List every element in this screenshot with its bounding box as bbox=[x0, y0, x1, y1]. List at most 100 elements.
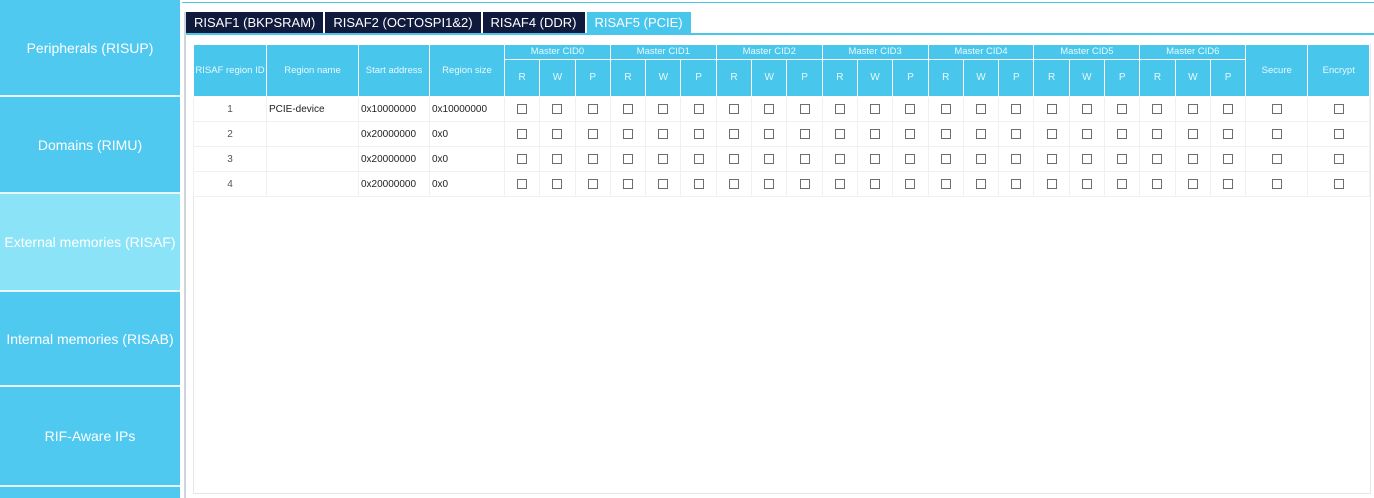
checkbox[interactable] bbox=[517, 178, 528, 189]
checkbox[interactable] bbox=[728, 103, 739, 114]
checkbox[interactable] bbox=[1187, 103, 1198, 114]
checkbox[interactable] bbox=[905, 103, 916, 114]
tab-risaf2[interactable]: RISAF2 (OCTOSPI1&2) bbox=[325, 12, 481, 34]
encrypt-checkbox[interactable] bbox=[1333, 153, 1344, 164]
checkbox[interactable] bbox=[517, 103, 528, 114]
checkbox[interactable] bbox=[870, 153, 881, 164]
checkbox[interactable] bbox=[693, 153, 704, 164]
cell-region-size[interactable]: 0x10000000 bbox=[429, 96, 505, 122]
cell-region-name[interactable] bbox=[266, 171, 359, 197]
checkbox[interactable] bbox=[1011, 153, 1022, 164]
tab-risaf1[interactable]: RISAF1 (BKPSRAM) bbox=[186, 12, 324, 34]
checkbox[interactable] bbox=[1117, 128, 1128, 139]
checkbox[interactable] bbox=[728, 153, 739, 164]
checkbox[interactable] bbox=[940, 128, 951, 139]
secure-checkbox[interactable] bbox=[1271, 178, 1282, 189]
cell-region-size[interactable]: 0x0 bbox=[429, 121, 505, 147]
checkbox[interactable] bbox=[1187, 128, 1198, 139]
checkbox[interactable] bbox=[587, 128, 598, 139]
checkbox[interactable] bbox=[587, 178, 598, 189]
checkbox[interactable] bbox=[1081, 103, 1092, 114]
checkbox[interactable] bbox=[728, 178, 739, 189]
checkbox[interactable] bbox=[1046, 153, 1057, 164]
cell-start-address[interactable]: 0x20000000 bbox=[358, 121, 430, 147]
checkbox[interactable] bbox=[940, 103, 951, 114]
checkbox[interactable] bbox=[658, 128, 669, 139]
checkbox[interactable] bbox=[1152, 153, 1163, 164]
sidebar-item-domains[interactable]: Domains (RIMU) bbox=[0, 97, 180, 192]
checkbox[interactable] bbox=[1117, 103, 1128, 114]
checkbox[interactable] bbox=[552, 103, 563, 114]
checkbox[interactable] bbox=[1117, 178, 1128, 189]
tab-risaf4[interactable]: RISAF4 (DDR) bbox=[482, 12, 585, 34]
checkbox[interactable] bbox=[976, 153, 986, 164]
checkbox[interactable] bbox=[976, 178, 986, 189]
checkbox[interactable] bbox=[799, 178, 810, 189]
checkbox[interactable] bbox=[870, 103, 881, 114]
checkbox[interactable] bbox=[1152, 103, 1163, 114]
checkbox[interactable] bbox=[799, 103, 810, 114]
checkbox[interactable] bbox=[1011, 128, 1022, 139]
cell-region-size[interactable]: 0x0 bbox=[429, 171, 505, 197]
encrypt-checkbox[interactable] bbox=[1333, 103, 1344, 114]
checkbox[interactable] bbox=[1187, 153, 1198, 164]
checkbox[interactable] bbox=[1011, 103, 1022, 114]
secure-checkbox[interactable] bbox=[1271, 153, 1282, 164]
checkbox[interactable] bbox=[1081, 128, 1092, 139]
checkbox[interactable] bbox=[623, 103, 634, 114]
checkbox[interactable] bbox=[870, 128, 881, 139]
checkbox[interactable] bbox=[1011, 178, 1022, 189]
checkbox[interactable] bbox=[870, 178, 881, 189]
checkbox[interactable] bbox=[1046, 128, 1057, 139]
checkbox[interactable] bbox=[834, 103, 845, 114]
checkbox[interactable] bbox=[799, 153, 810, 164]
checkbox[interactable] bbox=[658, 103, 669, 114]
checkbox[interactable] bbox=[1081, 153, 1092, 164]
checkbox[interactable] bbox=[693, 178, 704, 189]
checkbox[interactable] bbox=[517, 153, 528, 164]
cell-start-address[interactable]: 0x20000000 bbox=[358, 171, 430, 197]
checkbox[interactable] bbox=[905, 178, 916, 189]
cell-region-size[interactable]: 0x0 bbox=[429, 146, 505, 172]
checkbox[interactable] bbox=[834, 128, 845, 139]
secure-checkbox[interactable] bbox=[1271, 128, 1282, 139]
checkbox[interactable] bbox=[1223, 153, 1234, 164]
checkbox[interactable] bbox=[764, 103, 775, 114]
encrypt-checkbox[interactable] bbox=[1333, 128, 1344, 139]
checkbox[interactable] bbox=[623, 178, 634, 189]
checkbox[interactable] bbox=[552, 153, 563, 164]
cell-region-name[interactable] bbox=[266, 121, 359, 147]
checkbox[interactable] bbox=[940, 178, 951, 189]
checkbox[interactable] bbox=[517, 128, 528, 139]
checkbox[interactable] bbox=[1223, 178, 1234, 189]
checkbox[interactable] bbox=[1046, 178, 1057, 189]
checkbox[interactable] bbox=[940, 153, 951, 164]
encrypt-checkbox[interactable] bbox=[1333, 178, 1344, 189]
checkbox[interactable] bbox=[1081, 178, 1092, 189]
checkbox[interactable] bbox=[658, 153, 669, 164]
checkbox[interactable] bbox=[1152, 178, 1163, 189]
checkbox[interactable] bbox=[976, 103, 986, 114]
checkbox[interactable] bbox=[1117, 153, 1128, 164]
checkbox[interactable] bbox=[1187, 178, 1198, 189]
checkbox[interactable] bbox=[623, 128, 634, 139]
checkbox[interactable] bbox=[905, 128, 916, 139]
checkbox[interactable] bbox=[905, 153, 916, 164]
tab-risaf5[interactable]: RISAF5 (PCIE) bbox=[586, 12, 691, 34]
checkbox[interactable] bbox=[834, 178, 845, 189]
checkbox[interactable] bbox=[1152, 128, 1163, 139]
checkbox[interactable] bbox=[764, 153, 775, 164]
checkbox[interactable] bbox=[623, 153, 634, 164]
checkbox[interactable] bbox=[587, 103, 598, 114]
cell-region-name[interactable]: PCIE-device bbox=[266, 96, 359, 122]
checkbox[interactable] bbox=[1223, 128, 1234, 139]
checkbox[interactable] bbox=[693, 103, 704, 114]
cell-start-address[interactable]: 0x20000000 bbox=[358, 146, 430, 172]
cell-start-address[interactable]: 0x10000000 bbox=[358, 96, 430, 122]
checkbox[interactable] bbox=[552, 128, 563, 139]
checkbox[interactable] bbox=[976, 128, 986, 139]
checkbox[interactable] bbox=[658, 178, 669, 189]
sidebar-item-internal-memories[interactable]: Internal memories (RISAB) bbox=[0, 292, 180, 385]
sidebar-item-peripherals[interactable]: Peripherals (RISUP) bbox=[0, 0, 180, 95]
sidebar-item-external-memories[interactable]: External memories (RISAF) bbox=[0, 194, 180, 290]
